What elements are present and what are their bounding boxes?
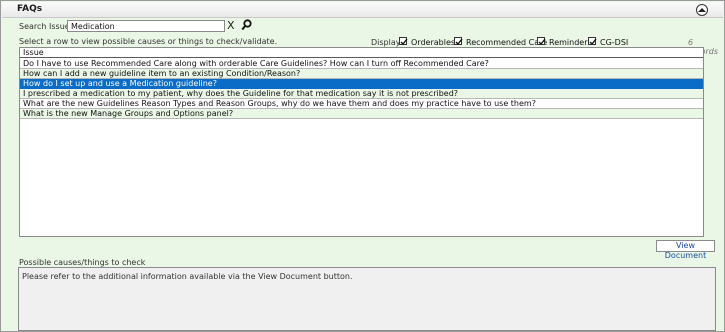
search-input[interactable] [67, 20, 225, 32]
panel-title: FAQs [17, 4, 43, 14]
table-row[interactable]: I prescribed a medication to my patient,… [20, 89, 703, 99]
cg-dsi-checkbox[interactable] [588, 37, 597, 46]
causes-text-area[interactable]: Please refer to the additional informati… [18, 267, 716, 331]
table-row[interactable]: What are the new Guidelines Reason Types… [20, 99, 703, 109]
display-label: Display: [371, 38, 403, 47]
orderables-checkbox[interactable] [399, 37, 408, 46]
chevron-up-icon[interactable] [696, 4, 708, 16]
table-row[interactable]: Do I have to use Recommended Care along … [20, 59, 703, 69]
reminders-checkbox[interactable] [537, 37, 546, 46]
magnifier-icon[interactable] [241, 19, 253, 33]
recommended-care-label: Recommended Care [466, 38, 548, 47]
table-row[interactable]: How can I add a new guideline item to an… [20, 69, 703, 79]
column-header-issue[interactable]: Issue [20, 48, 703, 58]
view-document-button[interactable]: View Document [656, 240, 715, 260]
panel-header: FAQs [2, 2, 723, 18]
table-row[interactable]: What is the new Manage Groups and Option… [20, 109, 703, 119]
table-row-selected[interactable]: How do I set up and use a Medication gui… [20, 79, 703, 89]
instruction-text: Select a row to view possible causes or … [19, 37, 278, 46]
causes-label: Possible causes/things to check [19, 258, 146, 267]
reminders-label: Reminders [549, 38, 592, 47]
issues-table: Issue Do I have to use Recommended Care … [19, 47, 704, 237]
causes-text: Please refer to the additional informati… [22, 272, 353, 281]
recommended-care-checkbox[interactable] [454, 37, 463, 46]
faqs-panel: FAQs Search Issues: X Select a row to vi… [0, 0, 725, 332]
orderables-label: Orderables [411, 38, 456, 47]
cg-dsi-label: CG-DSI [600, 38, 629, 47]
clear-search-icon[interactable]: X [227, 20, 235, 32]
